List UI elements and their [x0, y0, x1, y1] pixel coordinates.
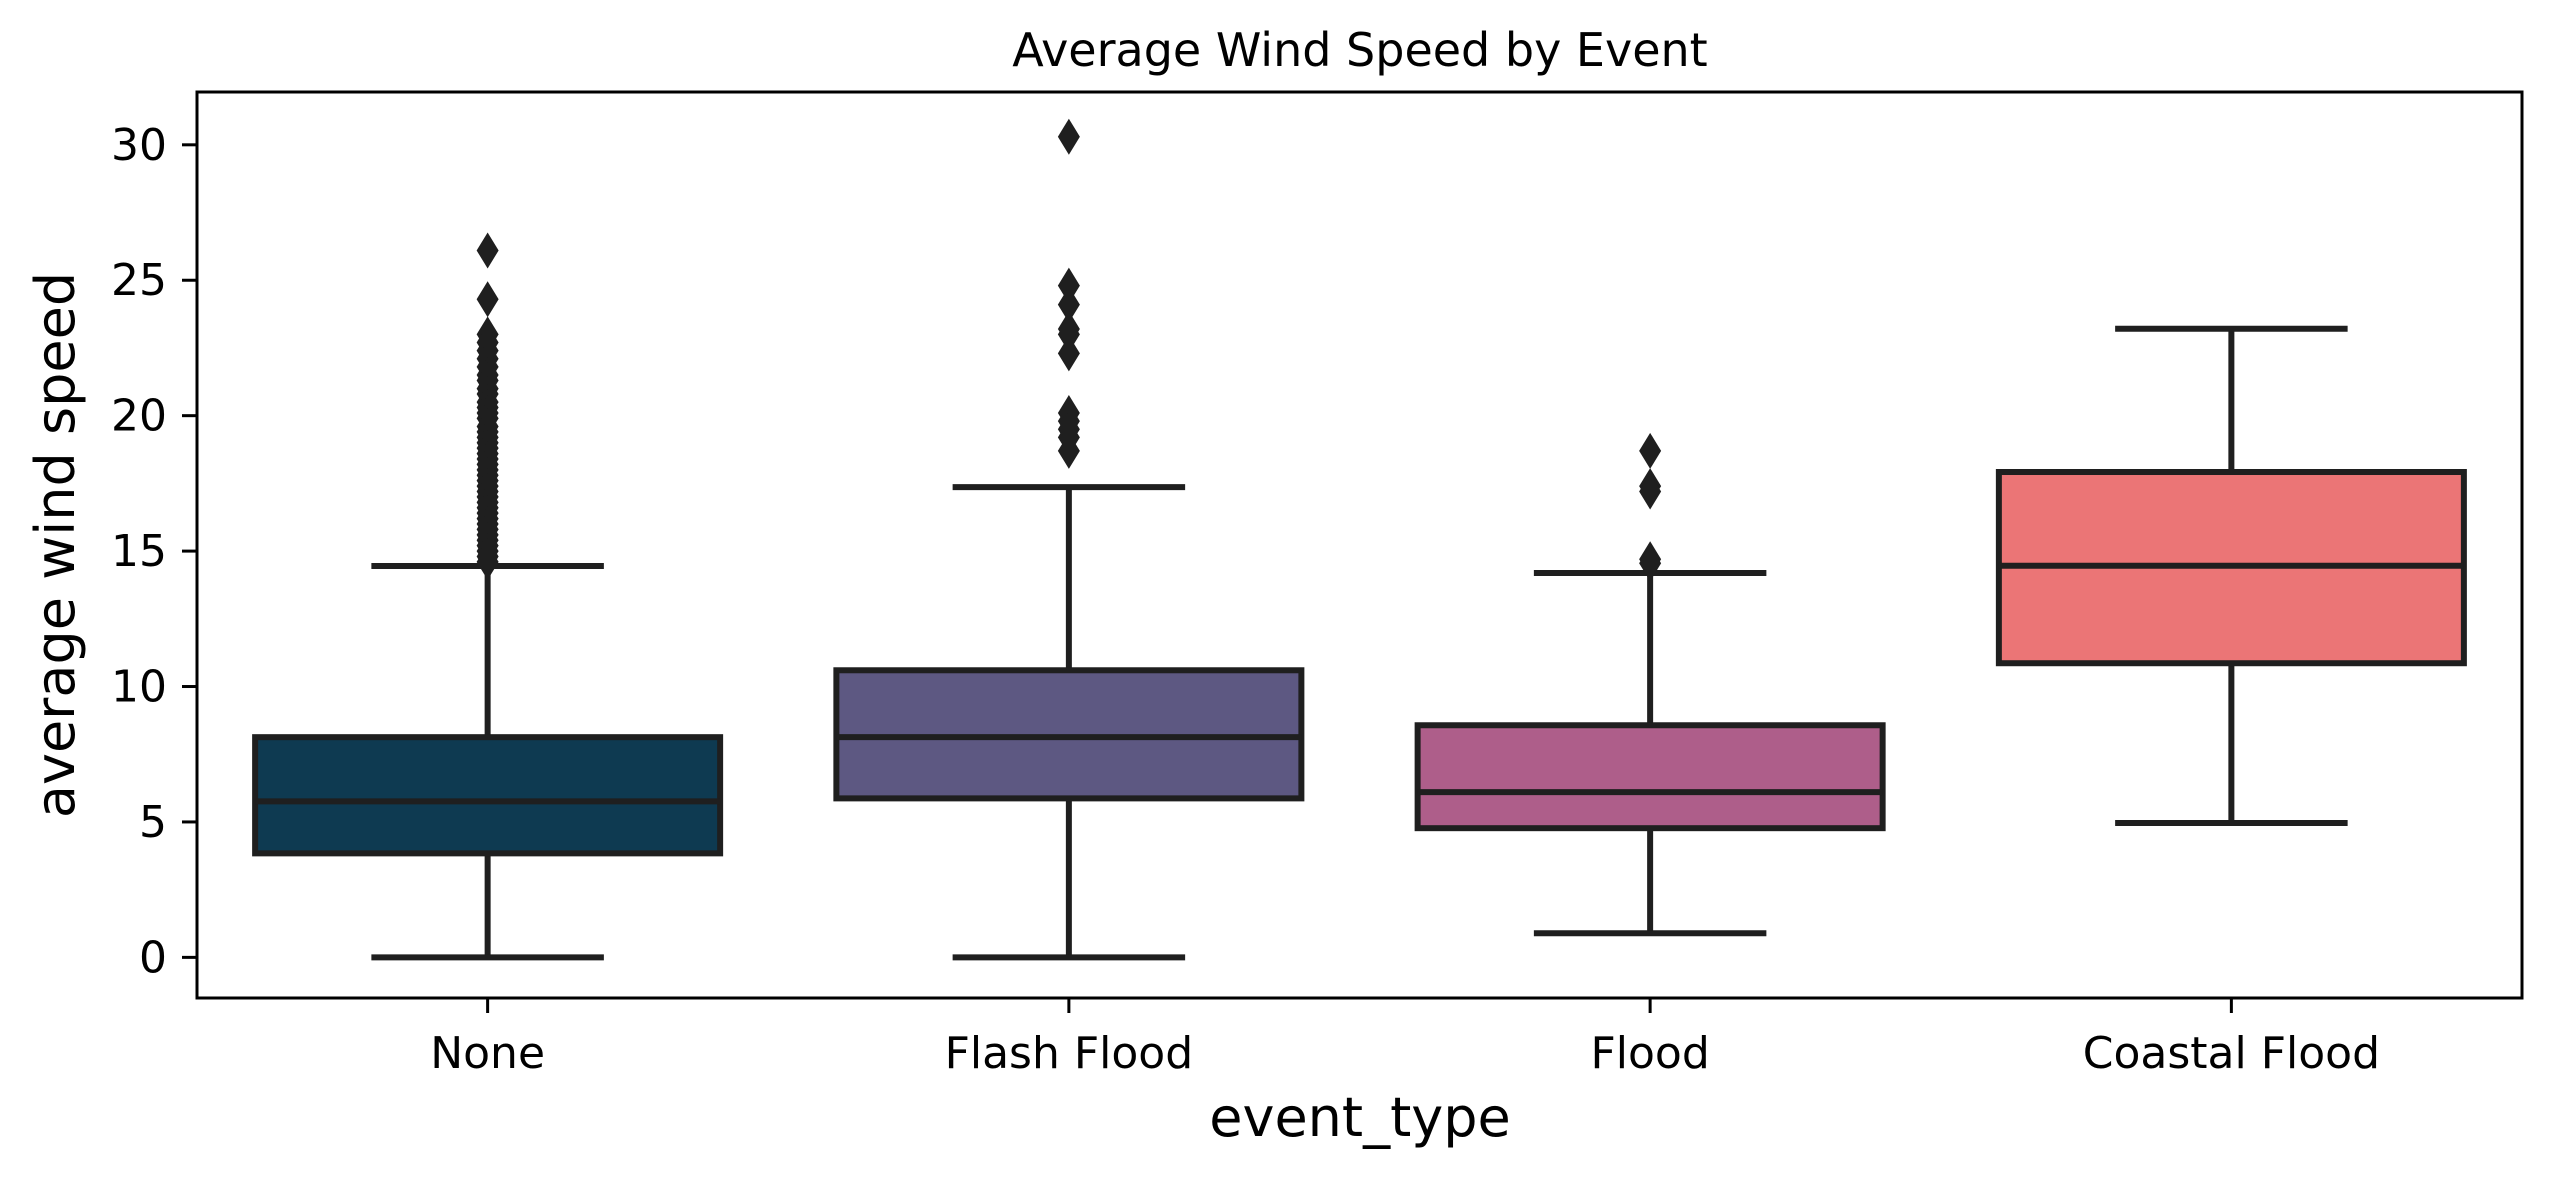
x-tick-label: Flash Flood	[945, 1028, 1194, 1079]
y-tick-label: 15	[111, 526, 167, 577]
y-tick-label: 20	[111, 391, 167, 442]
y-axis-label: average wind speed	[24, 272, 87, 818]
y-tick-label: 0	[139, 932, 167, 983]
x-tick-label: None	[430, 1028, 545, 1079]
y-tick-label: 10	[111, 662, 167, 713]
x-tick-label: Flood	[1590, 1028, 1709, 1079]
y-tick-label: 5	[139, 797, 167, 848]
boxplot-chart: Average Wind Speed by Event 0 5 10 15 20 25 30…	[0, 0, 2551, 1179]
y-tick-label: 25	[111, 255, 167, 306]
y-tick-label: 30	[111, 120, 167, 171]
chart-title: Average Wind Speed by Event	[1012, 23, 1707, 77]
iqr-box	[1414, 722, 1886, 832]
chart-container: Average Wind Speed by Event 0 5 10 15 20 25 30…	[0, 0, 2551, 1179]
x-axis-label: event_type	[1209, 1086, 1510, 1149]
x-tick-label: Coastal Flood	[2083, 1028, 2380, 1079]
iqr-box	[252, 734, 724, 857]
